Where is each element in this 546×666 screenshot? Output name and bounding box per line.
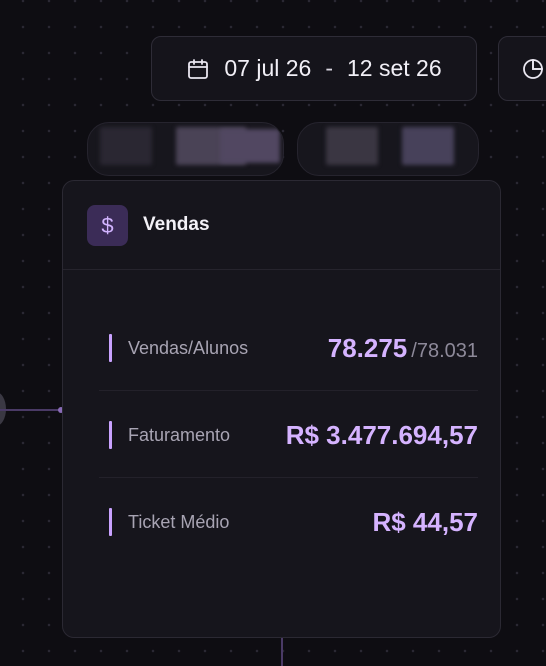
date-start: 07 jul 26 — [224, 55, 312, 81]
connector-line-bottom — [281, 638, 283, 666]
metric-value: R$ 44,57 — [372, 506, 478, 537]
dollar-icon: $ — [87, 205, 128, 246]
metric-label: Ticket Médio — [128, 511, 230, 532]
metric-row-vendas-alunos: Vendas/Alunos 78.275/78.031 — [99, 305, 478, 391]
row-accent-bar — [109, 421, 112, 449]
card-title: Vendas — [143, 214, 210, 235]
row-divider — [99, 477, 478, 478]
chart-view-button[interactable] — [498, 36, 546, 101]
connector-line — [0, 409, 62, 411]
blurred-filter-chip[interactable] — [297, 122, 479, 176]
metric-subvalue: /78.031 — [411, 339, 478, 362]
metric-label: Vendas/Alunos — [128, 337, 249, 358]
date-separator: - — [325, 55, 333, 81]
metric-row-faturamento: Faturamento R$ 3.477.694,57 — [99, 392, 478, 478]
date-range-picker[interactable]: 07 jul 26 - 12 set 26 — [151, 36, 477, 101]
calendar-icon — [186, 57, 210, 81]
metric-value: 78.275 — [327, 332, 408, 363]
row-divider — [99, 390, 478, 391]
card-header: $ Vendas — [63, 181, 500, 270]
metric-row-ticket-medio: Ticket Médio R$ 44,57 — [99, 479, 478, 565]
sales-card: $ Vendas Vendas/Alunos 78.275/78.031 Fat… — [62, 180, 501, 638]
row-accent-bar — [109, 508, 112, 536]
metric-label: Faturamento — [128, 424, 231, 445]
date-end: 12 set 26 — [347, 55, 442, 81]
blurred-filter-chip[interactable] — [87, 122, 284, 176]
metric-value: R$ 3.477.694,57 — [285, 419, 478, 450]
row-accent-bar — [109, 334, 112, 362]
pie-chart-icon — [523, 59, 543, 79]
